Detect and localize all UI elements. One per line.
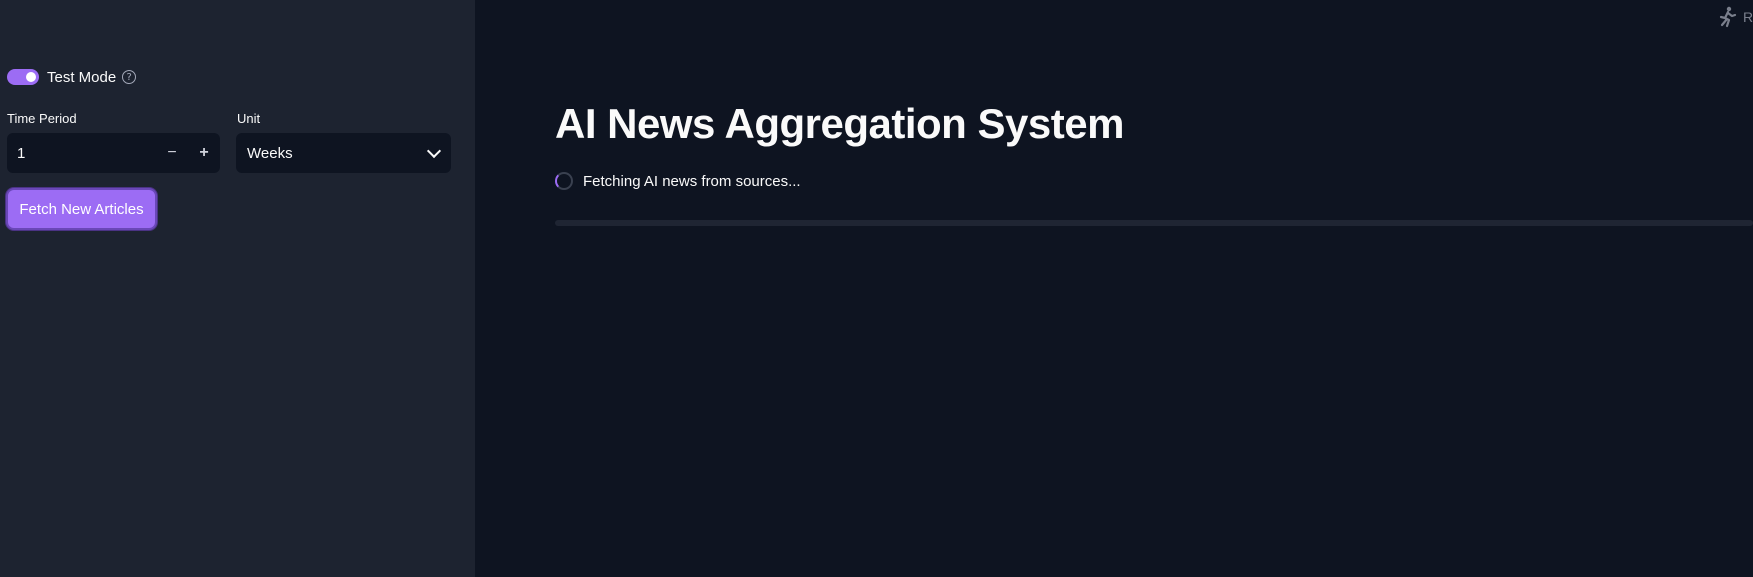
running-indicator[interactable]: R — [1717, 6, 1753, 28]
test-mode-toggle[interactable] — [7, 69, 39, 85]
running-man-icon — [1719, 6, 1737, 28]
question-circle-icon[interactable]: ? — [122, 70, 137, 84]
sidebar: Test Mode ? Time Period 1 − + Unit Weeks… — [0, 0, 475, 577]
time-period-value[interactable]: 1 — [7, 145, 156, 162]
toggle-knob — [26, 72, 36, 82]
spinner-icon — [555, 172, 573, 190]
app-window: Test Mode ? Time Period 1 − + Unit Weeks… — [0, 0, 1753, 577]
status-row: Fetching AI news from sources... — [555, 172, 801, 190]
status-text: Fetching AI news from sources... — [583, 172, 801, 190]
test-mode-row: Test Mode ? — [7, 67, 137, 87]
unit-value: Weeks — [247, 144, 293, 162]
main-content: AI News Aggregation System Fetching AI n… — [475, 0, 1753, 577]
time-period-label: Time Period — [7, 111, 77, 126]
page-title: AI News Aggregation System — [555, 100, 1124, 147]
decrement-button[interactable]: − — [156, 133, 188, 173]
time-period-input[interactable]: 1 − + — [7, 133, 220, 173]
running-label: R — [1743, 9, 1753, 25]
unit-label: Unit — [237, 111, 261, 126]
unit-select[interactable]: Weeks — [236, 133, 451, 173]
progress-bar — [555, 220, 1753, 226]
fetch-new-articles-button[interactable]: Fetch New Articles — [6, 188, 157, 230]
test-mode-label: Test Mode — [47, 68, 117, 86]
chevron-down-icon — [426, 143, 442, 158]
increment-button[interactable]: + — [188, 133, 220, 173]
